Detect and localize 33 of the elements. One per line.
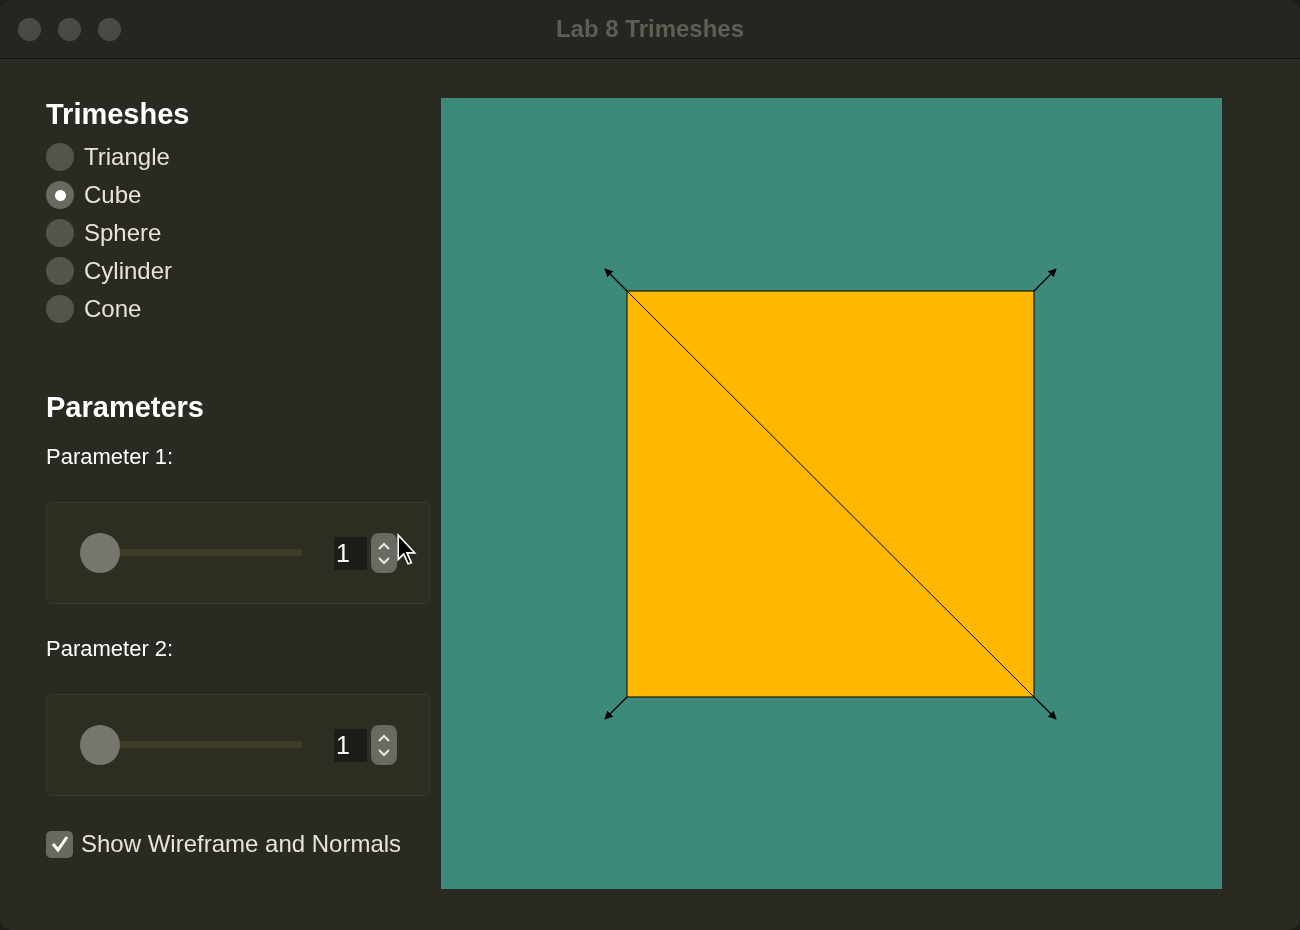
checkbox[interactable] [46,830,73,858]
zoom-button[interactable] [98,17,121,41]
checkbox-label[interactable]: Show Wireframe and Normals [81,830,402,858]
radio-label[interactable]: Cube [84,181,142,209]
radio-button[interactable] [46,219,74,247]
slider-thumb[interactable] [80,725,120,765]
radio-button[interactable] [46,143,74,171]
close-button[interactable] [18,17,41,41]
radio-button[interactable] [46,257,74,285]
stepper-button[interactable] [371,725,397,765]
number-field[interactable]: 1 [334,536,367,570]
radio-button[interactable] [46,181,74,209]
slider[interactable] [80,725,302,765]
normal-arrow [604,268,628,292]
parameter-label: Parameter 1: [46,444,175,470]
minimize-button[interactable] [58,17,81,41]
stepper-button[interactable] [371,533,397,573]
radio-label[interactable]: Cylinder [84,257,173,285]
radio-label[interactable]: Triangle [84,143,170,171]
number-field[interactable]: 1 [334,728,367,762]
slider[interactable] [80,533,302,573]
radio-label[interactable]: Sphere [84,219,162,247]
window-title: Lab 8 Trimeshes [555,15,745,43]
mouse-pointer-icon [396,533,418,566]
parameter-label: Parameter 2: [46,636,175,662]
radio-button[interactable] [46,295,74,323]
section-heading: Trimeshes [46,98,191,131]
normal-arrow [604,696,628,720]
radio-label[interactable]: Cone [84,295,142,323]
normal-arrow [1033,268,1057,292]
normal-arrow [1033,696,1057,720]
section-heading: Parameters [46,391,205,424]
slider-thumb[interactable] [80,533,120,573]
